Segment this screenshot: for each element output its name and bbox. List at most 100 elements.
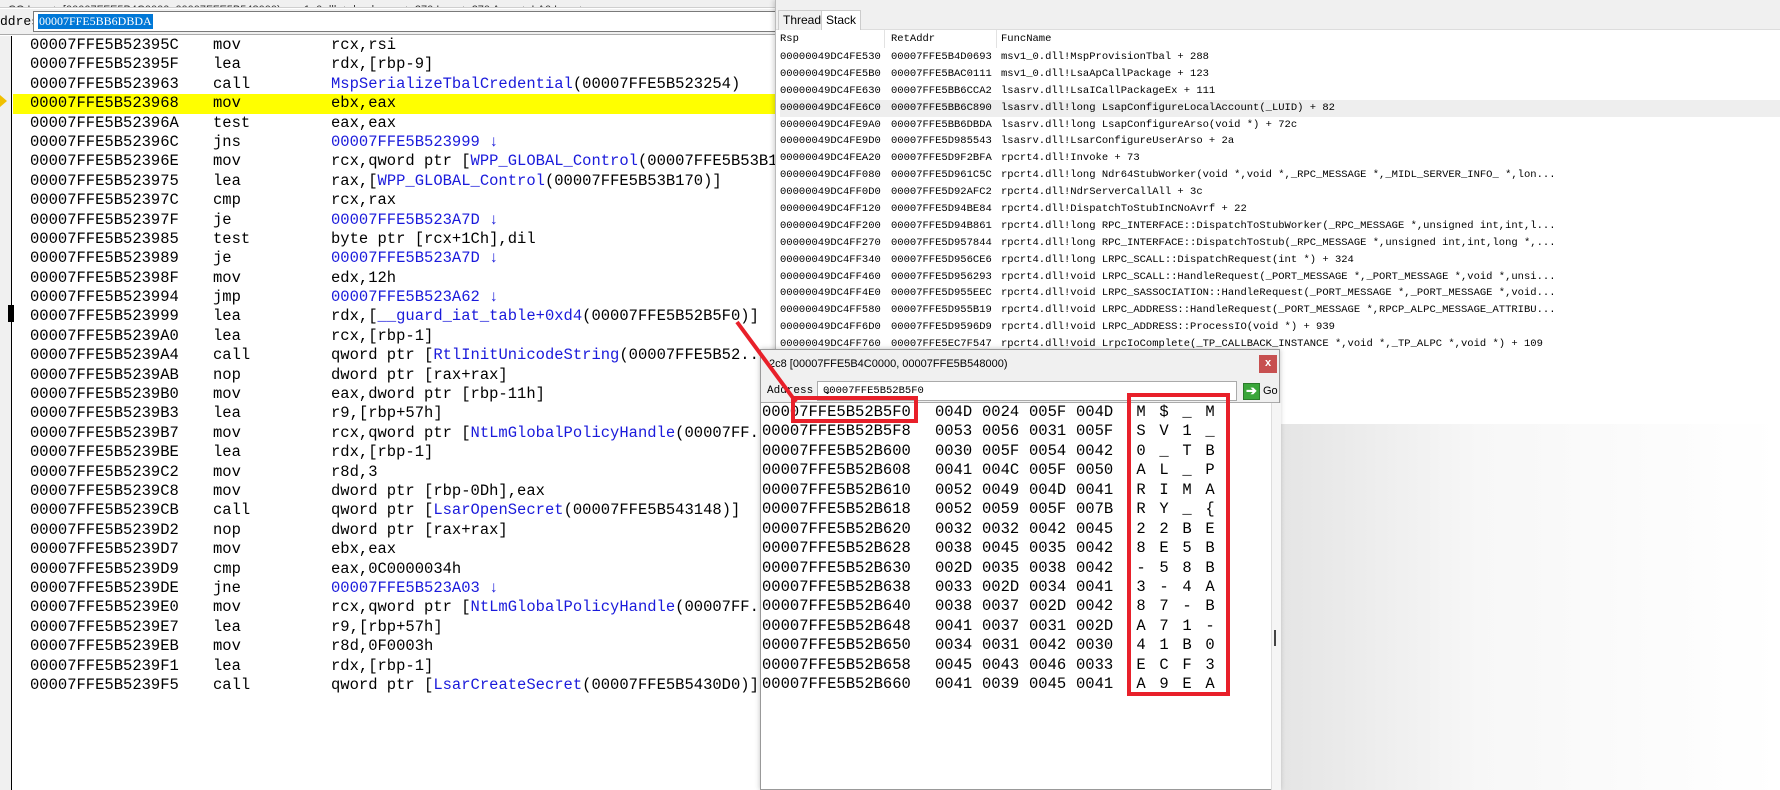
stack-frame-row[interactable]: 00000049DC4FF4E0 00007FFE5D955EEC rpcrt4.d… bbox=[780, 285, 1780, 302]
symbol-link[interactable]: WPP_GLOBAL_Control bbox=[471, 152, 638, 170]
symbol-link[interactable]: WPP_GLOBAL_Control bbox=[378, 172, 545, 190]
column-header-rsp[interactable]: Rsp bbox=[780, 30, 799, 48]
instruction-row[interactable]: 00007FFE5B52396E mov rcx,qword ptr [WPP_GL… bbox=[13, 152, 815, 171]
stack-frame-row[interactable]: 00000049DC4FEA20 00007FFE5D9F2BFA rpcrt4.d… bbox=[780, 150, 1780, 167]
stack-frame-row[interactable]: 00000049DC4FF120 00007FFE5D94BE84 rpcrt4.d… bbox=[780, 201, 1780, 218]
memory-word[interactable]: 002D bbox=[935, 559, 972, 578]
memory-word[interactable]: 005F bbox=[982, 442, 1019, 461]
memory-word[interactable]: 0050 bbox=[1076, 461, 1113, 480]
memory-word[interactable]: 002D bbox=[1029, 597, 1066, 616]
document-tab[interactable]: 270 Log bbox=[407, 5, 464, 7]
memory-word[interactable]: 0041 bbox=[935, 675, 972, 694]
memory-word[interactable]: 0024 bbox=[982, 403, 1019, 422]
memory-word[interactable]: 0038 bbox=[1029, 559, 1066, 578]
symbol-link[interactable]: 00007FFE5B523A7D ↓ bbox=[331, 211, 498, 229]
memory-word[interactable]: 0034 bbox=[935, 636, 972, 655]
instruction-row[interactable]: 00007FFE5B5239C8 mov dword ptr [rbp-0Dh],e… bbox=[13, 482, 780, 501]
instruction-row[interactable]: 00007FFE5B5239E7 lea r9,[rbp+57h] bbox=[13, 618, 780, 637]
memory-word[interactable]: 0033 bbox=[935, 578, 972, 597]
memory-window-titlebar[interactable]: 2c8 [00007FFE5B4C0000, 00007FFE5B548000)… bbox=[761, 350, 1279, 380]
memory-word[interactable]: 0042 bbox=[1029, 636, 1066, 655]
memory-word[interactable]: 004D bbox=[935, 403, 972, 422]
document-tab[interactable]: hook.cpp bbox=[345, 5, 407, 7]
address-input[interactable]: 00007FFE5BB6DBDA bbox=[33, 11, 783, 32]
memory-word[interactable]: 0045 bbox=[982, 539, 1019, 558]
go-button[interactable]: ➔ Go bbox=[1243, 381, 1278, 401]
symbol-link[interactable]: 00007FFE5B523A62 ↓ bbox=[331, 288, 498, 306]
instruction-row[interactable]: 00007FFE5B523989 je 00007FFE5B523A7D ↓ bbox=[13, 249, 780, 268]
breakpoint-gutter[interactable] bbox=[0, 36, 12, 790]
instruction-row[interactable]: 00007FFE5B5239A0 lea rcx,[rbp-1] bbox=[13, 327, 780, 346]
memory-word[interactable]: 0041 bbox=[1076, 578, 1113, 597]
memory-word[interactable]: 004D bbox=[1029, 481, 1066, 500]
current-instruction-row[interactable]: 00007FFE5B523968 mov ebx,eax bbox=[13, 94, 780, 114]
instruction-row[interactable]: 00007FFE5B5239B3 lea r9,[rbp+57h] bbox=[13, 404, 780, 423]
memory-word[interactable]: 0032 bbox=[935, 520, 972, 539]
memory-word[interactable]: 004D bbox=[1076, 403, 1113, 422]
memory-word[interactable]: 0041 bbox=[1076, 675, 1113, 694]
memory-word[interactable]: 0049 bbox=[982, 481, 1019, 500]
memory-word[interactable]: 0045 bbox=[1029, 675, 1066, 694]
instruction-row[interactable]: 00007FFE5B52398F mov edx,12h bbox=[13, 269, 780, 288]
memory-word[interactable]: 0041 bbox=[935, 461, 972, 480]
instruction-row[interactable]: 00007FFE5B52395F lea rdx,[rbp-9] bbox=[13, 55, 780, 74]
instruction-row[interactable]: 00007FFE5B523999 lea rdx,[__guard_iat_tabl… bbox=[13, 307, 780, 326]
column-divider[interactable] bbox=[884, 30, 885, 48]
symbol-link[interactable]: 00007FFE5B523A7D ↓ bbox=[331, 249, 498, 267]
stack-frame-row[interactable]: 00000049DC4FF340 00007FFE5D956CE6 rpcrt4.d… bbox=[780, 252, 1780, 269]
memory-word[interactable]: 0053 bbox=[935, 422, 972, 441]
memory-word[interactable]: 0059 bbox=[982, 500, 1019, 519]
symbol-link[interactable]: __guard_iat_table+0xd4 bbox=[378, 307, 583, 325]
memory-word[interactable]: 0031 bbox=[1029, 422, 1066, 441]
instruction-row[interactable]: 00007FFE5B523994 jmp 00007FFE5B523A62 ↓ bbox=[13, 288, 780, 307]
memory-word[interactable]: 0038 bbox=[935, 597, 972, 616]
memory-word[interactable]: 0032 bbox=[982, 520, 1019, 539]
instruction-row[interactable]: 00007FFE5B5239F1 lea rdx,[rbp-1] bbox=[13, 657, 780, 676]
symbol-link[interactable]: 00007FFE5B523A03 ↓ bbox=[331, 579, 498, 597]
memory-word[interactable]: 0030 bbox=[935, 442, 972, 461]
stack-frame-row[interactable]: 00000049DC4FF080 00007FFE5D961C5C rpcrt4.d… bbox=[780, 167, 1780, 184]
memory-word[interactable]: 0045 bbox=[1076, 520, 1113, 539]
memory-word[interactable]: 0054 bbox=[1029, 442, 1066, 461]
memory-word[interactable]: 0035 bbox=[1029, 539, 1066, 558]
symbol-link[interactable]: 00007FFE5B523999 ↓ bbox=[331, 133, 498, 151]
memory-word[interactable]: 0039 bbox=[982, 675, 1019, 694]
stack-frame-row[interactable]: 00000049DC4FF580 00007FFE5D955B19 rpcrt4.d… bbox=[780, 302, 1780, 319]
stack-frame-row[interactable]: 00000049DC4FE5B0 00007FFE5BAC0111 msv1_0.d… bbox=[780, 66, 1780, 83]
stack-frame-row[interactable]: 00000049DC4FF0D0 00007FFE5D92AFC2 rpcrt4.d… bbox=[780, 184, 1780, 201]
stack-frame-row[interactable]: 00000049DC4FE9D0 00007FFE5D985543 lsasrv.d… bbox=[780, 133, 1780, 150]
instruction-row[interactable]: 00007FFE5B5239D9 cmp eax,0C0000034h bbox=[13, 560, 780, 579]
memory-word[interactable]: 005F bbox=[1076, 422, 1113, 441]
instruction-row[interactable]: 00007FFE5B5239EB mov r8d,0F0003h bbox=[13, 637, 780, 656]
symbol-link[interactable]: LsarOpenSecret bbox=[433, 501, 563, 519]
close-button[interactable]: x bbox=[1259, 355, 1277, 373]
symbol-link[interactable]: NtLmGlobalPolicyHandle bbox=[471, 424, 676, 442]
memory-word[interactable]: 004C bbox=[982, 461, 1019, 480]
instruction-row[interactable]: 00007FFE5B523985 test byte ptr [rcx+1Ch],d… bbox=[13, 230, 780, 249]
memory-word[interactable]: 0042 bbox=[1076, 597, 1113, 616]
address-input-value[interactable]: 00007FFE5BB6DBDA bbox=[38, 14, 153, 29]
document-tab[interactable]: CO Log bbox=[0, 5, 55, 7]
symbol-link[interactable]: RtlInitUnicodeString bbox=[433, 346, 619, 364]
memory-word[interactable]: 0031 bbox=[982, 636, 1019, 655]
stack-frame-row[interactable]: 00000049DC4FF460 00007FFE5D956293 rpcrt4.d… bbox=[780, 269, 1780, 286]
stack-frame-list[interactable]: 00000049DC4FE530 00007FFE5B4D0693 msv1_0.d… bbox=[780, 49, 1780, 353]
instruction-row[interactable]: 00007FFE5B5239CB call qword ptr [LsarOpenS… bbox=[13, 501, 780, 520]
memory-word[interactable]: 0045 bbox=[935, 656, 972, 675]
memory-word[interactable]: 007B bbox=[1076, 500, 1113, 519]
memory-word[interactable]: 0037 bbox=[982, 597, 1019, 616]
disassembly-listing[interactable]: 00007FFE5B52395C mov rcx,rsi 00007FFE5B5239… bbox=[13, 36, 815, 695]
instruction-row[interactable]: 00007FFE5B52396A test eax,eax bbox=[13, 114, 780, 133]
memory-word[interactable]: 0052 bbox=[935, 481, 972, 500]
memory-word[interactable]: 0042 bbox=[1076, 442, 1113, 461]
memory-word[interactable]: 002D bbox=[1076, 617, 1113, 636]
memory-word[interactable]: 0038 bbox=[935, 539, 972, 558]
memory-word[interactable]: 0043 bbox=[982, 656, 1019, 675]
instruction-row[interactable]: 00007FFE5B5239B0 mov eax,dword ptr [rbp-11… bbox=[13, 385, 780, 404]
stack-frame-row[interactable]: 00000049DC4FE530 00007FFE5B4D0693 msv1_0.d… bbox=[780, 49, 1780, 66]
instruction-row[interactable]: 00007FFE5B52396C jns 00007FFE5B523999 ↓ bbox=[13, 133, 780, 152]
instruction-row[interactable]: 00007FFE5B52397C cmp rcx,rax bbox=[13, 191, 780, 210]
memory-word[interactable]: 0035 bbox=[982, 559, 1019, 578]
instruction-row[interactable]: 00007FFE5B52395C mov rcx,rsi bbox=[13, 36, 780, 55]
memory-word[interactable]: 005F bbox=[1029, 403, 1066, 422]
